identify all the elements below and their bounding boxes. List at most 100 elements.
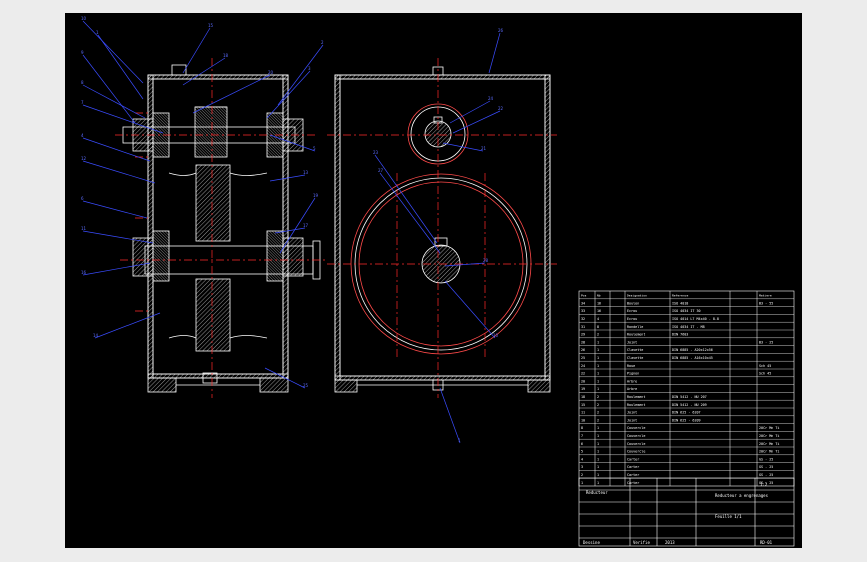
bom-cell: Carter	[627, 457, 639, 461]
bom-cell: ISO 4014 L7 M4x40 - 8.8	[672, 317, 719, 321]
bom-cell: Joint	[627, 418, 637, 422]
bom-cell: ISO 4034 IT 30	[672, 309, 701, 313]
leader-balloon-number: 28	[483, 258, 489, 263]
bom-cell: GS - 25	[759, 473, 773, 477]
bom-row: 11 2 Joint DIN 625 - 6207	[581, 411, 701, 415]
bom-cell: 19	[581, 387, 585, 391]
bom-cell: 25	[581, 356, 585, 360]
bom-row: 19 1 Arbre	[581, 387, 637, 391]
bom-cell: 2	[581, 473, 583, 477]
bom-cell: 20Cr Mn Ti	[759, 442, 779, 446]
bom-cell: 22	[581, 372, 585, 376]
leader-balloon-number: 26	[498, 28, 504, 33]
bom-cell: B3 - 55	[759, 301, 773, 305]
title-block-designation: Reducteur a engrenages	[715, 493, 769, 498]
bom-cell: B3 - 25	[759, 340, 773, 344]
leader-balloon-number: 9	[81, 50, 84, 55]
bom-cell: Joint	[627, 411, 637, 415]
leader-line	[379, 172, 441, 254]
bom-cell: 1	[597, 426, 599, 430]
bom-cell: 32	[581, 317, 585, 321]
bom-cell: Pignon	[627, 372, 639, 376]
leader-balloon-number: 10	[81, 16, 87, 21]
bom-cell: ISO 4018	[672, 301, 688, 305]
bom-cell: Sch 45	[759, 372, 771, 376]
leader-line	[82, 200, 148, 219]
bom-cell: 20Cr Mn Ti	[759, 434, 779, 438]
bom-cell: DIN 625 - 6209	[672, 418, 701, 422]
bom-cell: 2	[597, 403, 599, 407]
title-block-drawn: Dessine	[583, 540, 600, 545]
leader-line	[439, 387, 461, 444]
bom-cell: Couvercle	[627, 434, 645, 438]
bom-cell: DIN 5412 - NU 207	[672, 395, 707, 399]
bom-cell: 1	[597, 457, 599, 461]
bom-cell: Sch 45	[759, 364, 771, 368]
bom-cell: 3	[581, 465, 583, 469]
bom-cell: Roue	[627, 364, 635, 368]
leader-line	[444, 280, 496, 339]
front-view	[334, 66, 551, 393]
leader-balloon-number: 6	[81, 196, 84, 201]
bom-row: 29 2 Roulement DIN 7603	[581, 333, 688, 337]
leader-balloon-number: 21	[481, 146, 487, 151]
bom-cell: Clavette	[627, 356, 643, 360]
bom-cell: 16	[597, 309, 601, 313]
bom-cell: 1	[597, 387, 599, 391]
bom-cell: GS - 25	[759, 465, 773, 469]
bom-cell: DIN 625 - 6207	[672, 411, 701, 415]
centerlines-right	[327, 58, 557, 398]
leader-line	[449, 100, 491, 124]
bom-cell: 31	[581, 325, 585, 329]
bom-header-cell: Reference	[672, 294, 688, 298]
leader-balloon-number: 11	[81, 226, 87, 231]
bom-cell: 20	[581, 379, 585, 383]
section-view	[122, 64, 321, 393]
bom-cell: GS - 25	[759, 457, 773, 461]
title-block-number: RD-01	[760, 540, 773, 545]
title-block: Reducteur Reducteur a engrenages 1:2 Feu…	[578, 477, 795, 547]
bom-cell: Rondelle	[627, 325, 643, 329]
bom-cell: Boulon	[627, 301, 639, 305]
bom-cell: 20Cr Mn Ti	[759, 450, 779, 454]
leader-balloon-number: 2	[321, 40, 324, 45]
bom-cell: 2	[597, 395, 599, 399]
leader-balloon-number: 16	[81, 270, 87, 275]
leader-line	[192, 74, 271, 114]
bom-header-cell: Pos	[581, 294, 587, 298]
leader-line	[274, 227, 306, 234]
leader-line	[452, 110, 501, 134]
bom-cell: DIN 7603	[672, 333, 688, 337]
leader-balloon-number: 20	[268, 70, 274, 75]
bom-cell: 2	[597, 418, 599, 422]
bom-cell: 24	[581, 364, 585, 368]
bom-cell: DIN 6885 - A16x10x45	[672, 356, 713, 360]
bom-cell: 16	[597, 301, 601, 305]
bom-row: 24 1 Roue Sch 45	[581, 364, 771, 368]
bom-cell: Couvercle	[627, 450, 645, 454]
leader-balloon-number: 1	[96, 30, 99, 35]
bom-cell: 2	[597, 333, 599, 337]
bom-cell: Ecrou	[627, 317, 637, 321]
bom-cell: 1	[597, 450, 599, 454]
leader-balloon-number: 8	[81, 80, 84, 85]
bom-cell: Roulement	[627, 333, 645, 337]
bom-row: 8 1 Couvercle 20Cr Mn Ti	[581, 426, 779, 430]
leader-balloon-number: 1	[458, 438, 461, 443]
bom-cell: 20Cr Mn Ti	[759, 426, 779, 430]
leader-balloon-number: 27	[378, 168, 384, 173]
leader-balloon-number: 17	[303, 223, 309, 228]
leader-balloon-number: 18	[223, 53, 229, 58]
leader-line	[82, 160, 156, 184]
bom-cell: 1	[597, 473, 599, 477]
leader-balloon-number: 10	[493, 333, 499, 338]
bom-row: 20 1 Arbre	[581, 379, 637, 383]
bom-cell: 1	[597, 348, 599, 352]
bom-cell: 1	[597, 465, 599, 469]
bom-cell: Joint	[627, 340, 637, 344]
bom-cell: 1	[597, 442, 599, 446]
bom-cell: 1	[597, 340, 599, 344]
bom-cell: 1	[597, 364, 599, 368]
bom-cell: Roulement	[627, 395, 645, 399]
bom-row: 10 2 Joint DIN 625 - 6209	[581, 418, 701, 422]
